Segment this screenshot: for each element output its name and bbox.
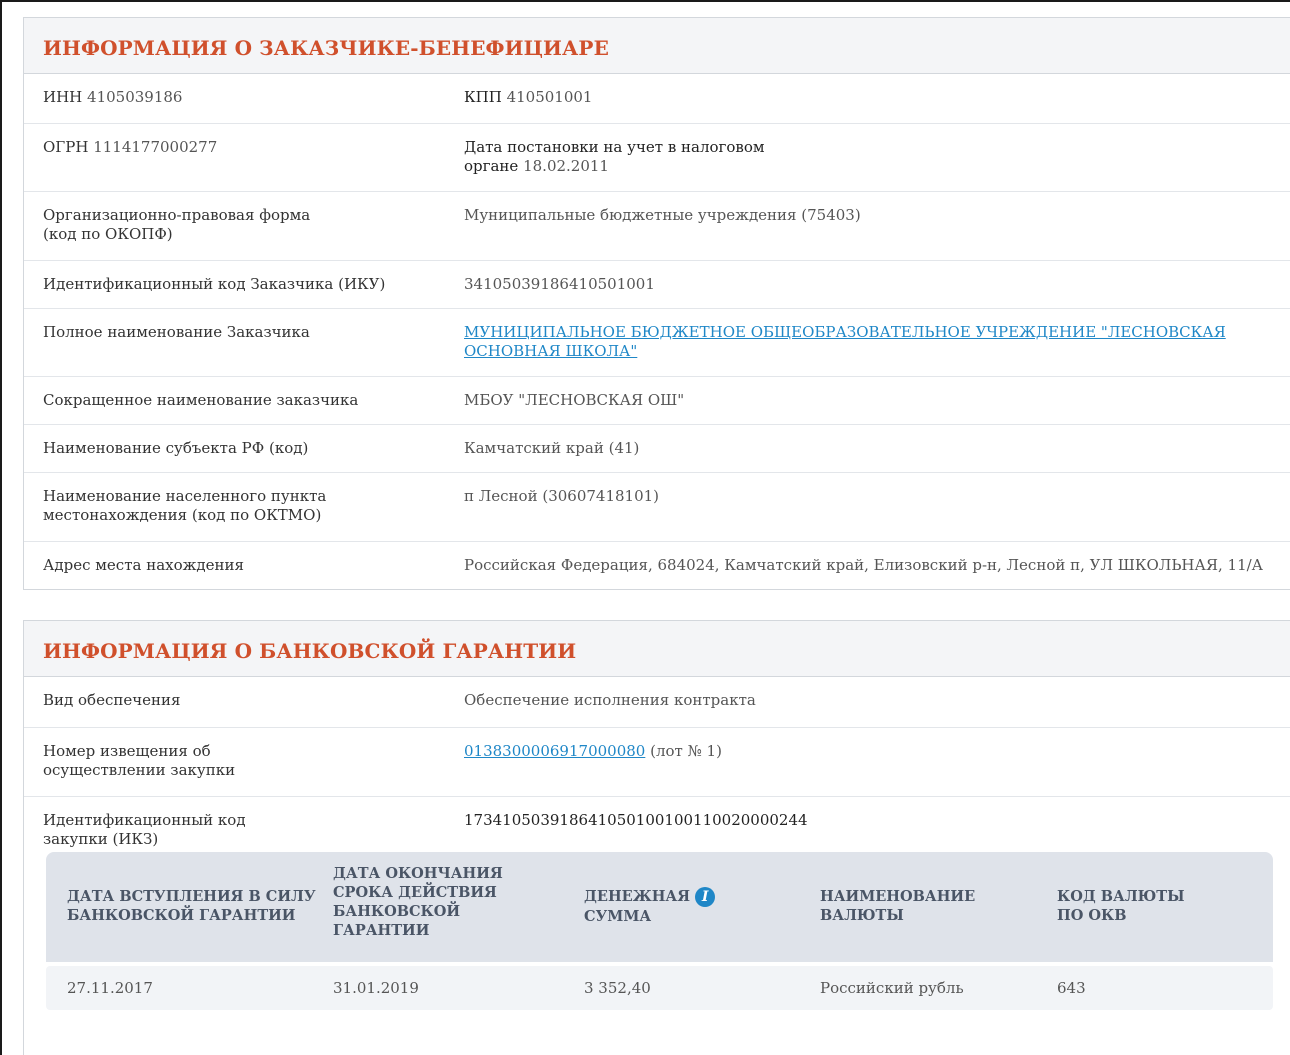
ogrn-value: 1114177000277 [93,138,218,156]
col-header-currency-code: КОД ВАЛЮТЫ ПО ОКВ [1057,887,1185,925]
iku-label: Идентификационный код Заказчика (ИКУ) [43,275,386,293]
inn-field: ИНН 4105039186 [43,88,423,107]
col-header-amount-line1: ДЕНЕЖНАЯ [584,888,691,905]
inn-label: ИНН [43,88,83,106]
ikz-value: 173410503918641050100100110020000244 [464,811,808,829]
locality-value: п Лесной (30607418101) [464,487,660,505]
col-header-end-date-line4: ГАРАНТИИ [333,922,430,939]
guarantee-info-header: ИНФОРМАЦИЯ О БАНКОВСКОЙ ГАРАНТИИ [24,621,1290,677]
security-type-value: Обеспечение исполнения контракта [464,691,756,709]
region-label: Наименование субъекта РФ (код) [43,439,309,457]
region-row: Наименование субъекта РФ (код) Камчатски… [24,425,1290,473]
col-header-start-date-line1: ДАТА ВСТУПЛЕНИЯ В СИЛУ [67,888,316,905]
cell-amount: 3 352,40 [584,979,651,997]
notice-lot: (лот № 1) [650,742,722,760]
notice-field: 0138300006917000080 (лот № 1) [464,742,1274,761]
guarantee-info-title: ИНФОРМАЦИЯ О БАНКОВСКОЙ ГАРАНТИИ [43,639,577,663]
ikz-label-line1: Идентификационный код [43,811,246,829]
notice-label: Номер извещения об осуществлении закупки [43,742,423,780]
kpp-field: КПП 410501001 [464,88,1274,107]
ogrn-field: ОГРН 1114177000277 [43,138,423,157]
col-header-end-date: ДАТА ОКОНЧАНИЯ СРОКА ДЕЙСТВИЯ БАНКОВСКОЙ… [333,864,503,940]
security-type-label: Вид обеспечения [43,691,181,709]
inn-kpp-row: ИНН 4105039186 КПП 410501001 [24,74,1290,124]
iku-value: 34105039186410501001 [464,275,655,293]
full-name-line1[interactable]: МУНИЦИПАЛЬНОЕ БЮДЖЕТНОЕ ОБЩЕОБРАЗОВАТЕЛЬ… [464,323,1274,342]
col-header-end-date-line2: СРОКА ДЕЙСТВИЯ [333,884,497,901]
col-header-currency-name-line2: ВАЛЮТЫ [820,907,904,924]
address-value: Российская Федерация, 684024, Камчатский… [464,556,1264,574]
tax-registration-label-line1: Дата постановки на учет в налоговом [464,138,765,156]
locality-label-line2: местонахождения (код по ОКТМО) [43,506,322,524]
col-header-amount-line2: СУММА [584,908,652,925]
col-header-end-date-line3: БАНКОВСКОЙ [333,903,461,920]
table-row: 27.11.2017 31.01.2019 3 352,40 Российски… [46,966,1273,1010]
cell-currency-code: 643 [1057,979,1086,997]
ogrn-label: ОГРН [43,138,89,156]
notice-row: Номер извещения об осуществлении закупки… [24,728,1290,797]
customer-info-title: ИНФОРМАЦИЯ О ЗАКАЗЧИКЕ-БЕНЕФИЦИАРЕ [43,36,609,60]
tax-registration-field: Дата постановки на учет в налоговом орга… [464,138,1274,176]
cell-end-date: 31.01.2019 [333,979,419,997]
locality-label: Наименование населенного пункта местонах… [43,487,423,525]
table-header: ДАТА ВСТУПЛЕНИЯ В СИЛУ БАНКОВСКОЙ ГАРАНТ… [46,852,1273,962]
kpp-value: 410501001 [506,88,593,106]
cell-currency-name: Российский рубль [820,979,964,997]
notice-label-line1: Номер извещения об [43,742,211,760]
notice-label-line2: осуществлении закупки [43,761,236,779]
col-header-currency-code-line2: ПО ОКВ [1057,907,1127,924]
opf-row: Организационно-правовая форма (код по ОК… [24,192,1290,261]
col-header-currency-code-line1: КОД ВАЛЮТЫ [1057,888,1185,905]
short-name-row: Сокращенное наименование заказчика МБОУ … [24,377,1290,425]
inn-value: 4105039186 [87,88,183,106]
full-name-link[interactable]: МУНИЦИПАЛЬНОЕ БЮДЖЕТНОЕ ОБЩЕОБРАЗОВАТЕЛЬ… [464,323,1274,361]
region-value: Камчатский край (41) [464,439,640,457]
short-name-value: МБОУ "ЛЕСНОВСКАЯ ОШ" [464,391,685,409]
customer-info-card: ИНФОРМАЦИЯ О ЗАКАЗЧИКЕ-БЕНЕФИЦИАРЕ ИНН 4… [23,17,1290,590]
col-header-currency-name-line1: НАИМЕНОВАНИЕ [820,888,976,905]
opf-label-line1: Организационно-правовая форма [43,206,311,224]
info-icon[interactable]: i [695,887,716,907]
col-header-amount: ДЕНЕЖНАЯ i СУММА [584,887,716,926]
cell-start-date: 27.11.2017 [67,979,153,997]
locality-label-line1: Наименование населенного пункта [43,487,327,505]
col-header-currency-name: НАИМЕНОВАНИЕ ВАЛЮТЫ [820,887,975,925]
ikz-label-line2: закупки (ИКЗ) [43,830,159,848]
notice-number-link[interactable]: 0138300006917000080 [464,742,645,760]
security-type-row: Вид обеспечения Обеспечение исполнения к… [24,677,1290,728]
tax-registration-label-line2: органе [464,157,519,175]
locality-row: Наименование населенного пункта местонах… [24,473,1290,542]
address-row: Адрес места нахождения Российская Федера… [24,542,1290,588]
col-header-start-date-line2: БАНКОВСКОЙ ГАРАНТИИ [67,907,296,924]
full-name-line2[interactable]: ОСНОВНАЯ ШКОЛА" [464,342,637,361]
full-name-row: Полное наименование Заказчика МУНИЦИПАЛЬ… [24,309,1290,377]
full-name-label: Полное наименование Заказчика [43,323,310,341]
ikz-label: Идентификационный код закупки (ИКЗ) [43,811,423,849]
short-name-label: Сокращенное наименование заказчика [43,391,359,409]
opf-label-line2: (код по ОКОПФ) [43,225,173,243]
col-header-end-date-line1: ДАТА ОКОНЧАНИЯ [333,865,503,882]
ogrn-row: ОГРН 1114177000277 Дата постановки на уч… [24,124,1290,192]
customer-info-header: ИНФОРМАЦИЯ О ЗАКАЗЧИКЕ-БЕНЕФИЦИАРЕ [24,18,1290,74]
ikz-row: Идентификационный код закупки (ИКЗ) 1734… [24,797,1290,1047]
kpp-label: КПП [464,88,502,106]
address-label: Адрес места нахождения [43,556,244,574]
tax-registration-value: 18.02.2011 [523,157,609,175]
guarantee-info-card: ИНФОРМАЦИЯ О БАНКОВСКОЙ ГАРАНТИИ Вид обе… [23,620,1290,1055]
iku-row: Идентификационный код Заказчика (ИКУ) 34… [24,261,1290,309]
opf-value: Муниципальные бюджетные учреждения (7540… [464,206,861,224]
opf-label: Организационно-правовая форма (код по ОК… [43,206,423,244]
col-header-start-date: ДАТА ВСТУПЛЕНИЯ В СИЛУ БАНКОВСКОЙ ГАРАНТ… [67,887,316,925]
